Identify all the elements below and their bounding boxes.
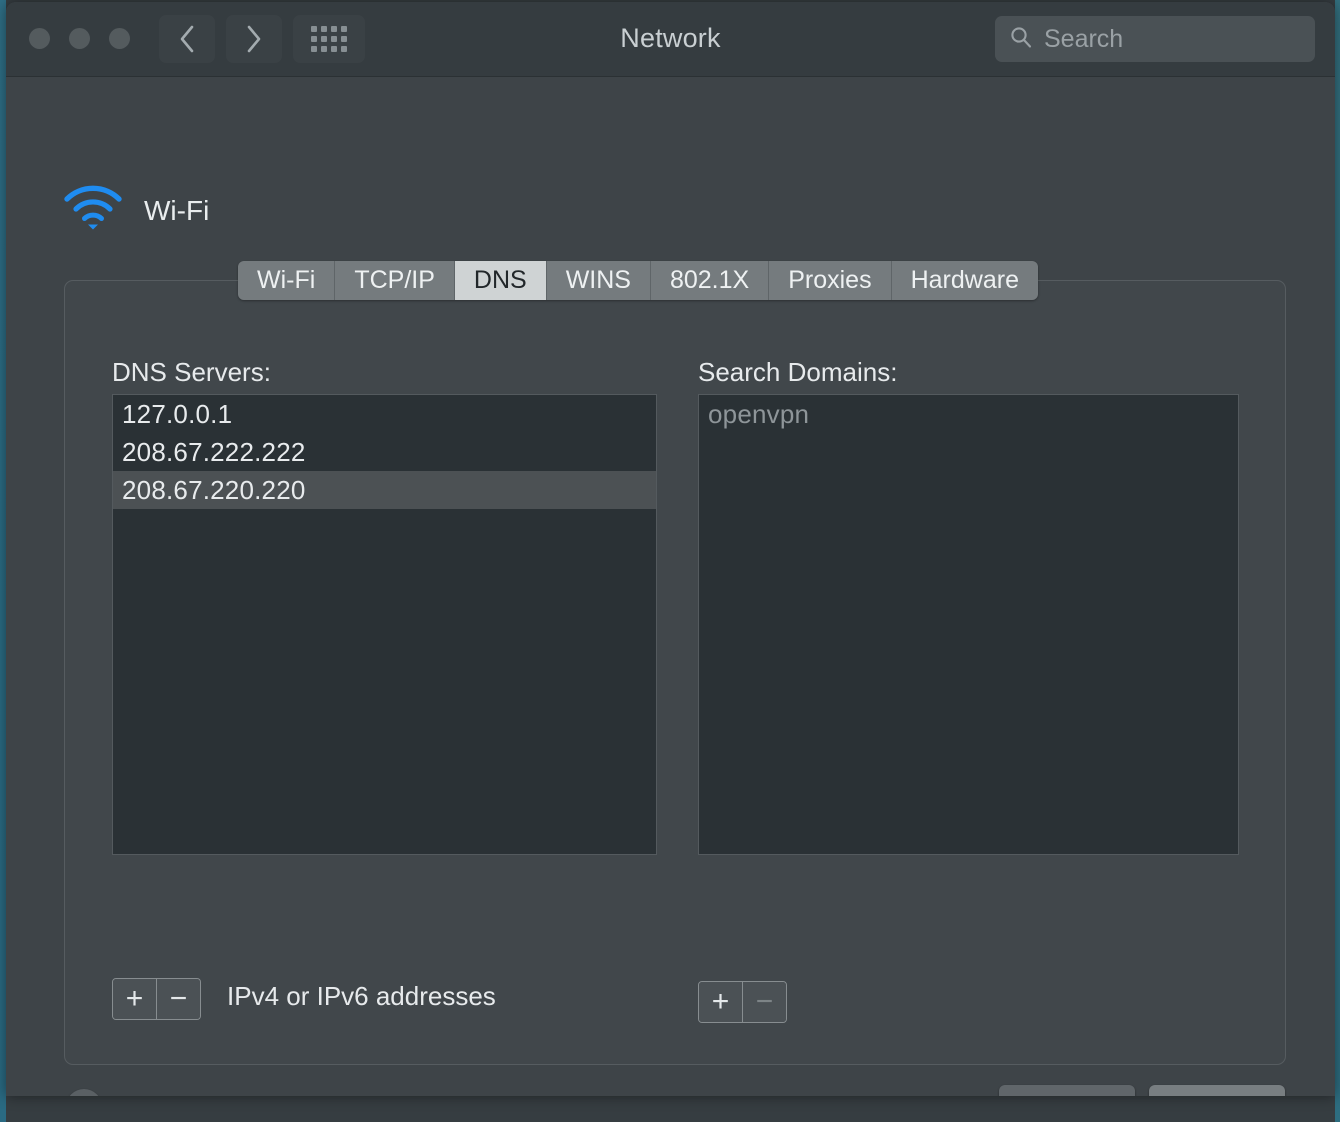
dns-servers-caption: IPv4 or IPv6 addresses <box>227 981 496 1012</box>
search-domains-stepper: + − <box>698 981 787 1023</box>
search-domains-list[interactable]: openvpn <box>698 394 1239 855</box>
search-domain-row[interactable]: openvpn <box>699 395 1238 433</box>
tab-8021x[interactable]: 802.1X <box>651 261 769 300</box>
service-name-label: Wi-Fi <box>144 195 209 227</box>
search-domains-label: Search Domains: <box>698 357 897 388</box>
network-preferences-window: Network Search Wi-Fi <box>6 2 1335 1096</box>
window-titlebar: Network Search <box>6 2 1335 77</box>
search-domain-remove-button: − <box>743 982 786 1022</box>
dns-server-row[interactable]: 208.67.222.222 <box>113 433 656 471</box>
search-field[interactable]: Search <box>995 16 1315 62</box>
tab-hardware[interactable]: Hardware <box>892 261 1038 300</box>
ok-button[interactable]: OK <box>1149 1085 1285 1096</box>
screen: Network Search Wi-Fi <box>0 0 1340 1122</box>
search-icon <box>1009 25 1033 54</box>
dns-servers-stepper: + − <box>112 978 201 1020</box>
service-header: Wi-Fi <box>64 185 209 236</box>
search-domain-add-button[interactable]: + <box>699 982 743 1022</box>
tab-bar: Wi-Fi TCP/IP DNS WINS 802.1X Proxies Har… <box>238 261 1038 300</box>
dns-servers-list[interactable]: 127.0.0.1 208.67.222.222 208.67.220.220 <box>112 394 657 855</box>
tab-wifi[interactable]: Wi-Fi <box>238 261 335 300</box>
cancel-button[interactable]: Cancel <box>999 1085 1135 1096</box>
dns-server-row[interactable]: 208.67.220.220 <box>113 471 656 509</box>
dialog-action-buttons: Cancel OK <box>999 1085 1285 1096</box>
help-button[interactable]: ? <box>66 1089 102 1096</box>
window-body: Wi-Fi Wi-Fi TCP/IP DNS WINS 802.1X Proxi… <box>6 77 1335 1096</box>
tab-dns[interactable]: DNS <box>455 261 547 300</box>
tab-proxies[interactable]: Proxies <box>769 261 891 300</box>
tab-wins[interactable]: WINS <box>547 261 651 300</box>
desktop-background-right <box>1335 0 1340 1122</box>
dns-remove-button[interactable]: − <box>157 979 200 1019</box>
dns-server-row[interactable]: 127.0.0.1 <box>113 395 656 433</box>
tab-tcpip[interactable]: TCP/IP <box>335 261 455 300</box>
search-placeholder: Search <box>1044 25 1123 54</box>
dns-add-button[interactable]: + <box>113 979 157 1019</box>
dns-servers-label: DNS Servers: <box>112 357 271 388</box>
dns-settings-panel: DNS Servers: 127.0.0.1 208.67.222.222 20… <box>64 280 1286 1065</box>
wifi-icon <box>64 185 122 236</box>
